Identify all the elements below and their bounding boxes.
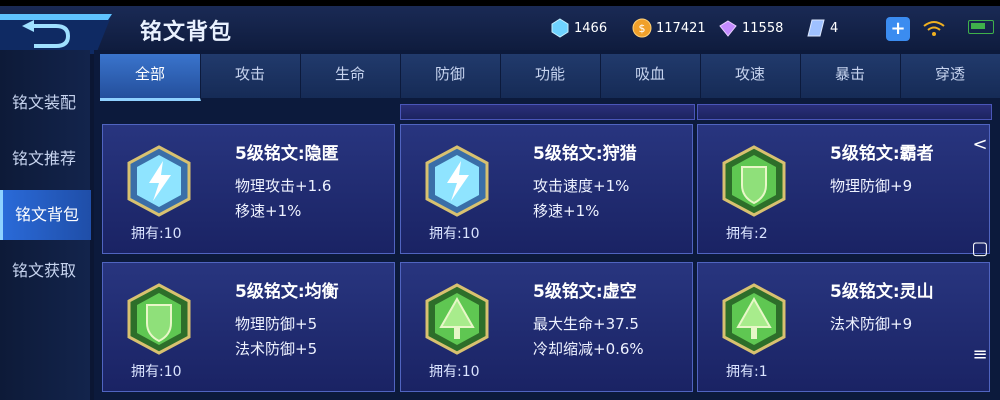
wifi-icon xyxy=(923,21,945,36)
rune-card[interactable]: 5级铭文:霸者 物理防御+9 拥有:2 xyxy=(697,124,990,254)
rune-stat: 最大生命+37.5 xyxy=(533,315,639,333)
system-nav-bar: < ▢ ≡ xyxy=(960,110,1000,400)
home-square-icon[interactable]: ▢ xyxy=(960,234,1000,264)
tab-critical[interactable]: 暴击 xyxy=(800,54,901,98)
add-currency-button[interactable]: + xyxy=(886,17,910,41)
rune-owned-count: 拥有:1 xyxy=(726,364,768,380)
rune-name: 5级铭文:狩猎 xyxy=(533,144,637,164)
rune-owned-count: 拥有:10 xyxy=(429,226,480,242)
rune-card[interactable]: 5级铭文:狩猎 攻击速度+1% 移速+1% 拥有:10 xyxy=(400,124,693,254)
sidebar: 铭文装配 铭文推荐 铭文背包 铭文获取 xyxy=(0,50,91,400)
ticket-value: 4 xyxy=(830,20,839,36)
rune-stat: 冷却缩减+0.6% xyxy=(533,340,644,358)
rune-stat: 法术防御+5 xyxy=(235,340,318,358)
menu-icon[interactable]: ≡ xyxy=(960,340,1000,370)
rune-owned-count: 拥有:10 xyxy=(131,364,182,380)
back-chevron-icon[interactable]: < xyxy=(960,130,1000,160)
top-bar: 铭文背包 1466 $ 117421 11558 4 + xyxy=(0,6,1000,54)
tab-all[interactable]: 全部 xyxy=(100,54,201,101)
gold-counter: $ 117421 xyxy=(632,16,706,40)
tab-lifesteal[interactable]: 吸血 xyxy=(600,54,701,98)
crystal-icon xyxy=(551,18,569,38)
rune-owned-count: 拥有:2 xyxy=(726,226,768,242)
diamond-icon xyxy=(719,20,737,37)
back-button[interactable] xyxy=(0,14,120,54)
green-shield-rune-icon xyxy=(127,283,191,355)
blue-lightning-rune-icon xyxy=(425,145,489,217)
page-title: 铭文背包 xyxy=(140,20,233,45)
rune-card[interactable]: 5级铭文:隐匿 物理攻击+1.6 移速+1% 拥有:10 xyxy=(102,124,395,254)
ticket-counter: 4 xyxy=(806,16,838,40)
diamond-value: 11558 xyxy=(742,20,784,36)
rune-stat: 移速+1% xyxy=(533,202,600,220)
ticket-icon xyxy=(807,19,825,37)
rune-stat: 物理攻击+1.6 xyxy=(235,177,332,195)
gold-value: 117421 xyxy=(656,20,706,36)
tab-attack-speed[interactable]: 攻速 xyxy=(700,54,801,98)
tab-penetration[interactable]: 穿透 xyxy=(900,54,1000,98)
rune-stat: 移速+1% xyxy=(235,202,302,220)
rune-stat: 攻击速度+1% xyxy=(533,177,630,195)
rune-name: 5级铭文:虚空 xyxy=(533,282,637,302)
rune-name: 5级铭文:灵山 xyxy=(830,282,934,302)
rune-card[interactable]: 5级铭文:灵山 法术防御+9 拥有:1 xyxy=(697,262,990,392)
rune-owned-count: 拥有:10 xyxy=(131,226,182,242)
green-tree-rune-icon xyxy=(722,283,786,355)
battery-icon xyxy=(968,20,994,34)
svg-text:$: $ xyxy=(639,22,646,35)
crystal-value: 1466 xyxy=(574,20,608,36)
green-tree-rune-icon xyxy=(425,283,489,355)
rune-card[interactable]: 5级铭文:均衡 物理防御+5 法术防御+5 拥有:10 xyxy=(102,262,395,392)
filter-tabs: 全部 攻击 生命 防御 功能 吸血 攻速 暴击 穿透 xyxy=(100,54,1000,101)
green-shield-rune-icon xyxy=(722,145,786,217)
tab-attack[interactable]: 攻击 xyxy=(200,54,301,98)
rune-stat: 物理防御+5 xyxy=(235,315,318,333)
rune-name: 5级铭文:霸者 xyxy=(830,144,934,164)
rune-stat: 物理防御+9 xyxy=(830,177,913,195)
tab-defense[interactable]: 防御 xyxy=(400,54,501,98)
sidebar-item-obtain[interactable]: 铭文获取 xyxy=(0,246,88,296)
rune-name: 5级铭文:隐匿 xyxy=(235,144,339,164)
sidebar-item-recommend[interactable]: 铭文推荐 xyxy=(0,134,88,184)
back-arrow-icon xyxy=(0,14,112,54)
rune-owned-count: 拥有:10 xyxy=(429,364,480,380)
blue-lightning-rune-icon xyxy=(127,145,191,217)
card-row-partial xyxy=(697,104,992,120)
crystal-counter: 1466 xyxy=(550,16,607,40)
tab-function[interactable]: 功能 xyxy=(500,54,601,98)
rune-name: 5级铭文:均衡 xyxy=(235,282,339,302)
tab-health[interactable]: 生命 xyxy=(300,54,401,98)
sidebar-item-equip[interactable]: 铭文装配 xyxy=(0,78,88,128)
card-row-partial xyxy=(400,104,695,120)
rune-stat: 法术防御+9 xyxy=(830,315,913,333)
gold-coin-icon: $ xyxy=(632,18,652,38)
rune-card[interactable]: 5级铭文:虚空 最大生命+37.5 冷却缩减+0.6% 拥有:10 xyxy=(400,262,693,392)
diamond-counter: 11558 xyxy=(718,16,783,40)
sidebar-item-backpack[interactable]: 铭文背包 xyxy=(0,190,91,240)
